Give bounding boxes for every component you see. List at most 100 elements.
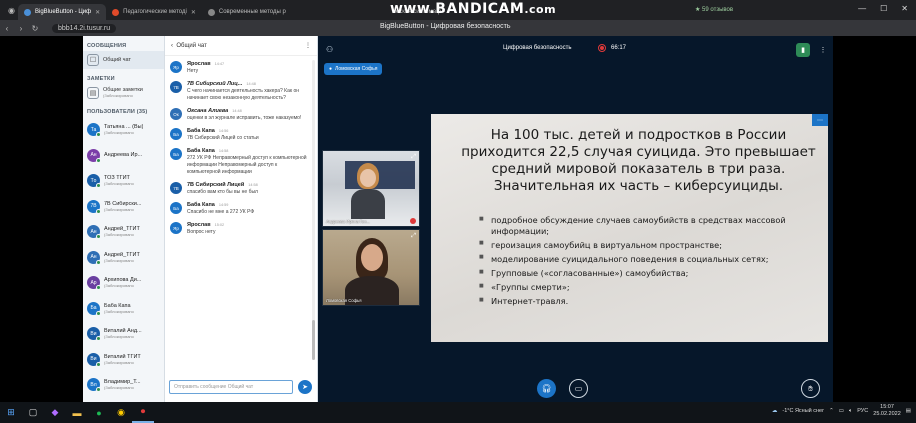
task-view-icon[interactable]: ▢ <box>22 402 44 423</box>
avatar: Ви <box>87 352 101 367</box>
send-message-button[interactable]: ➤ <box>298 380 312 394</box>
raise-hand-button[interactable]: ✋︎ <box>801 379 820 398</box>
webcam-tile[interactable]: ⤢ Андреева Ирина Ген... <box>322 150 420 227</box>
sidebar-item-shared-notes[interactable]: ▤ Общие заметки (Заблокировано <box>83 84 164 102</box>
user-list-item[interactable]: Ан Андрей_ТГИТ (Заблокировано <box>83 219 164 245</box>
users-toggle-icon[interactable]: ⚇ <box>326 45 333 54</box>
forward-icon[interactable]: › <box>14 24 28 33</box>
slide-bullet: моделирование суицидального поведения в … <box>479 254 828 265</box>
message-time: 14:58 <box>248 183 258 187</box>
connection-status-icon[interactable]: ▮ <box>796 43 810 57</box>
reload-icon[interactable]: ↻ <box>28 24 42 33</box>
slide-title: На 100 тыс. детей и подростков в России … <box>461 127 816 195</box>
hide-chat-button[interactable]: ‹ Общий чат <box>171 43 207 49</box>
browser-menu-icon[interactable]: ◉ <box>8 6 18 15</box>
url-field[interactable]: bbb14.2i.tusur.ru <box>52 23 117 33</box>
user-list-item[interactable]: Ви Виталий ТГИТ (Заблокировано <box>83 347 164 373</box>
maximize-icon[interactable]: ☐ <box>880 4 887 13</box>
close-tab-icon[interactable]: ✕ <box>95 9 100 16</box>
record-icon <box>598 44 606 52</box>
meeting-top-bar: ⚇ Цифровая безопасность 66:17 ▮ ⋮ <box>318 36 833 64</box>
volume-icon[interactable]: 🔈︎ <box>849 408 852 415</box>
close-window-icon[interactable]: ✕ <box>901 4 908 13</box>
back-icon[interactable]: ‹ <box>0 24 14 33</box>
sidebar-item-public-chat[interactable]: ☐ Общий чат <box>83 51 164 69</box>
tab-pedagogical[interactable]: Педагогические методі ✕ <box>106 4 202 20</box>
network-icon[interactable]: ▭ <box>839 408 844 414</box>
user-status: (Заблокировано <box>104 206 134 212</box>
avatar: Ви <box>87 327 101 342</box>
presentation-slide[interactable]: На 100 тыс. детей и подростков в России … <box>431 114 828 342</box>
spotify-icon[interactable]: ● <box>88 402 110 423</box>
browser-tab-bar: ◉ BigBlueButton - Циф ✕ Педагогические м… <box>0 0 916 20</box>
tab-bigbluebutton[interactable]: BigBlueButton - Циф ✕ <box>18 4 107 20</box>
screen-share-button[interactable]: ▭ <box>569 379 588 398</box>
tray-arrow-icon[interactable]: ⌃ <box>829 408 834 414</box>
message-text: Спасибо не мне а 272 УК РФ <box>187 209 255 215</box>
user-name: Виталий ТГИТ <box>104 353 141 360</box>
user-list-item[interactable]: Ан Андреева Ир... <box>83 143 164 169</box>
presentation-menu-icon[interactable]: ⋯ <box>812 114 828 126</box>
messages-header: СООБЩЕНИЯ <box>87 43 127 49</box>
avatar: Ок <box>170 108 182 120</box>
user-list-item[interactable]: 7В 7В Сибирски... (Заблокировано <box>83 194 164 220</box>
slide-bullet: «Группы смерти»; <box>479 282 828 293</box>
notes-header: ЗАМЕТКИ <box>87 76 115 82</box>
chat-panel: ‹ Общий чат ⋮ Яр Ярослав 14:47 Нету 7В 7В Сиб… <box>165 36 318 402</box>
avatar: 7В <box>87 199 101 214</box>
message-author: Ярослав <box>187 222 211 228</box>
minimize-icon[interactable]: — <box>858 4 866 13</box>
weather-text[interactable]: -1°C Ясный снег <box>782 408 824 414</box>
windows-start-icon[interactable]: ⊞ <box>0 402 22 423</box>
user-status: (Заблокировано <box>104 385 134 391</box>
notes-icon: ▤ <box>87 87 99 99</box>
meeting-title: Цифровая безопасность <box>503 45 572 51</box>
message-text: 7В Сибирский Лицей со статьи <box>187 135 259 141</box>
bandicam-icon[interactable]: ⏺ <box>132 402 154 423</box>
fullscreen-icon[interactable]: ⤢ <box>411 233 416 240</box>
rating-badge[interactable]: ★ 59 отзывов <box>695 6 733 13</box>
message-text: Вопрос нету <box>187 229 216 235</box>
message-text: 272 УК РФ Неправомерный доступ к компьют… <box>187 155 307 175</box>
user-name: Андреева Ир... <box>104 152 143 159</box>
message-time: 14:56 <box>218 129 229 133</box>
user-list-item[interactable]: Ба Баба Капа (Заблокировано <box>83 296 164 322</box>
message-time: 14:58 <box>218 149 229 153</box>
chat-message: Яр Ярослав 14:47 Нету <box>165 58 312 78</box>
left-letterbox <box>0 36 83 402</box>
user-list-item[interactable]: Тo ТОЗ ТГИТ (Заблокировано <box>83 168 164 194</box>
chat-message: Ба Баба Капа 14:58 272 УК РФ Неправомерный … <box>165 145 312 179</box>
chat-message: 7В 7В Сибирский Лицей 14:58 спасибо вам кто… <box>165 179 312 199</box>
yandex-browser-icon[interactable]: ◉ <box>110 402 132 423</box>
user-list-item[interactable]: Та Татьяна ... (Вы) (Заблокировано <box>83 117 164 143</box>
user-status: (Заблокировано <box>104 308 134 314</box>
user-list-item[interactable]: Вл Владимир_Т... (Заблокировано <box>83 372 164 398</box>
options-menu-icon[interactable]: ⋮ <box>816 43 830 57</box>
user-list-item[interactable]: Ан Андрей_ТГИТ (Заблокировано <box>83 245 164 271</box>
avatar: Та <box>87 123 101 138</box>
chat-options-icon[interactable]: ⋮ <box>305 42 311 49</box>
webcam-tile[interactable]: ⤢ Ломовская Софья <box>322 229 420 306</box>
bandicam-watermark: www.BANDICAM.com <box>390 1 557 17</box>
user-name: Андрей_ТГИТ <box>104 251 140 258</box>
weather-icon: ☁ <box>771 408 778 415</box>
headphones-button[interactable]: 🎧︎ <box>537 379 556 398</box>
language-indicator[interactable]: РУС <box>857 408 868 414</box>
notifications-icon[interactable]: ▤ <box>906 408 911 414</box>
user-status: (Заблокировано <box>104 130 134 136</box>
tab-modern-methods[interactable]: Современные методы р <box>202 4 292 20</box>
chat-scrollbar[interactable] <box>312 60 315 360</box>
recording-indicator[interactable]: 66:17 <box>598 44 626 52</box>
fullscreen-icon[interactable]: ⤢ <box>411 154 416 161</box>
muted-mic-icon <box>410 218 416 224</box>
address-bar: ‹ › ↻ bbb14.2i.tusur.ru BigBlueButton - … <box>0 20 916 36</box>
message-text: С чего начинается деятельность хакера? К… <box>187 88 299 101</box>
user-list-item[interactable]: Ар Архипова Ди... (Заблокировано <box>83 270 164 296</box>
opera-icon <box>112 8 120 16</box>
file-explorer-icon[interactable]: ▬ <box>66 402 88 423</box>
assistant-icon[interactable]: ◆ <box>44 402 66 423</box>
clock[interactable]: 15:07 25.02.2022 <box>873 404 901 418</box>
user-list-item[interactable]: Ви Виталий Анд... (Заблокировано <box>83 321 164 347</box>
close-tab-icon[interactable]: ✕ <box>191 9 196 16</box>
chat-message-input[interactable]: Отправить сообщение Общий чат <box>169 380 293 394</box>
